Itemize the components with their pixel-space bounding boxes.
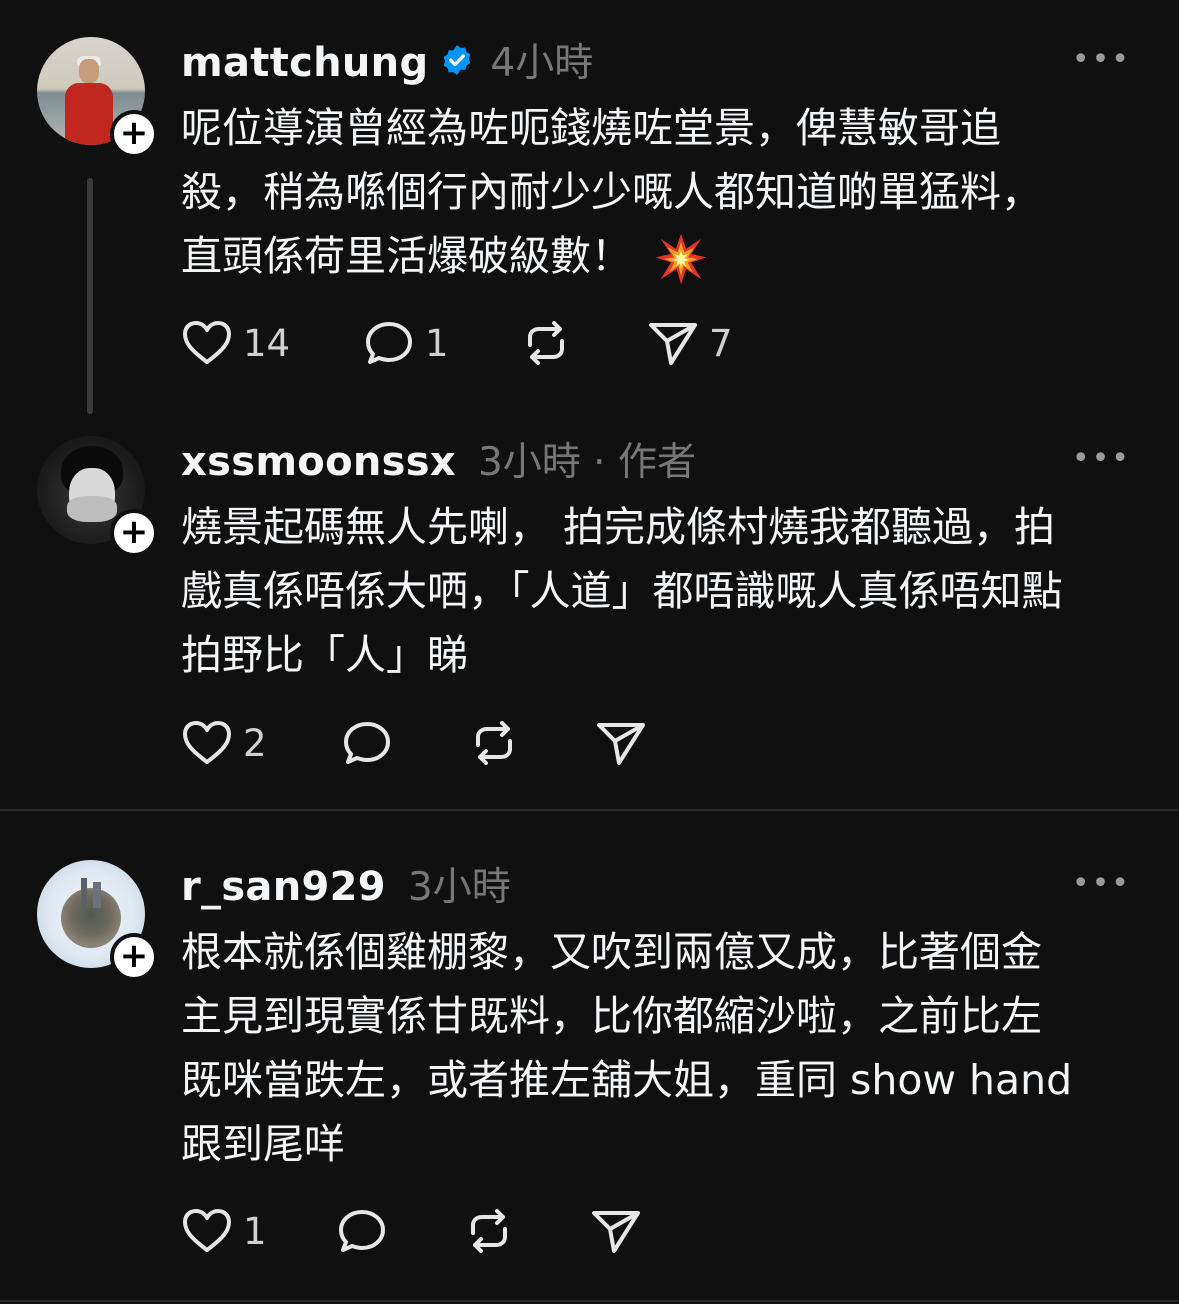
repost-button[interactable] — [520, 319, 647, 367]
follow-plus-icon[interactable]: + — [110, 933, 158, 981]
verified-badge-icon — [444, 45, 471, 75]
avatar-detail — [65, 83, 113, 145]
post-mattchung[interactable]: + mattchung 4小時 ••• 呢位導演曾經為咗呃錢燒咗堂景，俾慧敏哥追… — [0, 0, 1179, 415]
post-text-content: 呢位導演曾經為咗呃錢燒咗堂景，俾慧敏哥追 殺，稍為喺個行內耐少少嘅人都知道啲單猛… — [181, 104, 1042, 280]
share-button[interactable] — [590, 1207, 642, 1255]
reply-count: 1 — [425, 321, 449, 365]
post-actions: 2 — [181, 718, 647, 768]
like-count: 1 — [243, 1209, 267, 1253]
post-text: 呢位導演曾經為咗呃錢燒咗堂景，俾慧敏哥追 殺，稍為喺個行內耐少少嘅人都知道啲單猛… — [181, 96, 1151, 288]
like-count: 14 — [243, 321, 291, 365]
collision-emoji — [655, 233, 707, 285]
post-time: 4小時 — [490, 41, 594, 86]
post-r_san929[interactable]: + r_san929 3小時 ••• 根本就係個雞棚黎，又吹到兩億又成，比著個金… — [0, 810, 1179, 1304]
avatar-xssmoonssx[interactable]: + — [37, 436, 158, 557]
username[interactable]: r_san929 — [181, 864, 386, 910]
repost-button[interactable] — [463, 1207, 590, 1255]
reply-button[interactable] — [336, 1207, 463, 1255]
post-xssmoonssx[interactable]: + xssmoonssx 3小時 · 作者 ••• 燒景起碼無人先喇， 拍完成條… — [0, 415, 1179, 811]
repost-button[interactable] — [468, 719, 595, 767]
post-header: mattchung 4小時 — [181, 32, 593, 88]
thread-line — [87, 178, 93, 414]
post-actions: 1 — [181, 1206, 642, 1256]
post-divider — [0, 1300, 1179, 1302]
heart-icon — [183, 1209, 231, 1252]
share-button[interactable]: 7 — [647, 319, 733, 367]
send-icon — [649, 323, 697, 365]
heart-icon — [183, 721, 231, 764]
post-header: r_san929 3小時 — [181, 856, 511, 912]
username[interactable]: xssmoonssx — [181, 439, 456, 485]
avatar-detail — [67, 496, 117, 522]
post-time: 3小時 · 作者 — [477, 440, 696, 485]
avatar-detail — [61, 888, 121, 948]
share-count: 7 — [709, 321, 733, 365]
comment-icon — [344, 722, 390, 764]
like-button[interactable]: 1 — [181, 1207, 336, 1255]
like-count: 2 — [243, 721, 267, 765]
comment-icon — [339, 1210, 385, 1252]
post-time: 3小時 — [407, 865, 511, 910]
reply-button[interactable]: 1 — [363, 319, 520, 367]
more-horizontal-icon[interactable]: ••• — [1072, 42, 1131, 77]
follow-plus-icon[interactable]: + — [110, 110, 158, 158]
post-actions: 14 1 7 — [181, 318, 733, 368]
repost-icon — [476, 721, 512, 765]
send-icon — [597, 723, 645, 765]
share-button[interactable] — [595, 719, 647, 767]
like-button[interactable]: 14 — [181, 319, 363, 367]
more-horizontal-icon[interactable]: ••• — [1072, 866, 1131, 901]
more-horizontal-icon[interactable]: ••• — [1072, 441, 1131, 476]
post-text: 根本就係個雞棚黎，又吹到兩億又成，比著個金 主見到現實係甘既料，比你都縮沙啦，之… — [181, 928, 1073, 1168]
post-text: 燒景起碼無人先喇， 拍完成條村燒我都聽過，拍 戲真係唔係大哂，「人道」都唔識嘅人… — [181, 503, 1063, 679]
comment-icon — [366, 322, 412, 364]
heart-icon — [183, 321, 231, 364]
post-header: xssmoonssx 3小時 · 作者 — [181, 431, 696, 487]
avatar-detail — [79, 59, 99, 83]
avatar-detail — [81, 878, 87, 908]
avatar-mattchung[interactable]: + — [37, 37, 158, 158]
like-button[interactable]: 2 — [181, 719, 341, 767]
repost-icon — [528, 321, 564, 365]
reply-button[interactable] — [341, 719, 468, 767]
avatar-detail — [93, 882, 101, 908]
avatar-r_san929[interactable]: + — [37, 860, 158, 981]
username[interactable]: mattchung — [181, 40, 428, 86]
follow-plus-icon[interactable]: + — [110, 509, 158, 557]
send-icon — [592, 1211, 640, 1253]
repost-icon — [471, 1209, 507, 1253]
